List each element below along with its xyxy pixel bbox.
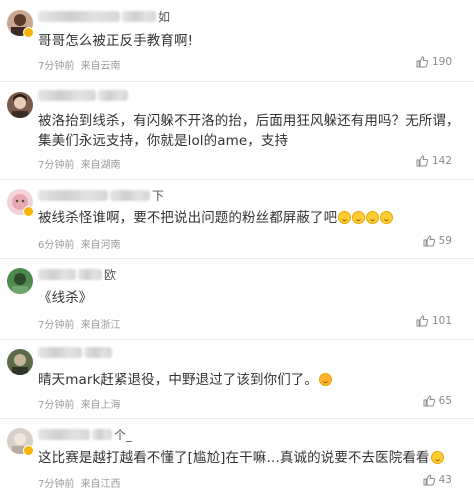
divider — [0, 179, 474, 180]
like-count: 65 — [438, 395, 452, 407]
divider — [0, 81, 474, 82]
comment-item: 晴天mark赶紧退役，中野退过了该到你们了。 7分钟前 来自上海 65 — [0, 347, 474, 411]
comment-text: 被线杀怪谁啊，要不把说出问题的粉丝都屏蔽了吧 — [38, 208, 463, 228]
comment-time: 7分钟前 — [38, 479, 75, 490]
thumbs-up-icon — [423, 474, 435, 486]
comment-text: 这比赛是越打越看不懂了[尴尬]在干嘛…真诚的说要不去医院看看 — [38, 448, 463, 468]
comment-item: 个_ 这比赛是越打越看不懂了[尴尬]在干嘛…真诚的说要不去医院看看 7分钟前 来… — [0, 428, 474, 492]
like-count: 101 — [431, 315, 452, 327]
comment-location: 来自江西 — [80, 479, 121, 490]
comment-text: 晴天mark赶紧退役，中野退过了该到你们了。 — [38, 370, 463, 390]
comment-meta: 7分钟前 来自湖南 — [38, 156, 124, 171]
like-count: 59 — [438, 235, 452, 247]
divider — [0, 258, 474, 259]
divider — [0, 418, 474, 419]
thumbs-up-icon — [416, 155, 428, 167]
verified-badge-icon — [23, 27, 34, 38]
comment-item: 欧 《线杀》 7分钟前 来自浙江 101 — [0, 266, 474, 331]
comment-location: 来自云南 — [80, 61, 121, 72]
like-button[interactable]: 43 — [423, 474, 452, 486]
avatar[interactable] — [7, 349, 33, 375]
comment-time: 7分钟前 — [38, 61, 75, 72]
username[interactable] — [38, 90, 130, 101]
comment-time: 7分钟前 — [38, 400, 75, 411]
like-count: 190 — [431, 56, 452, 68]
comment-text: 《线杀》 — [38, 290, 93, 306]
username[interactable] — [38, 347, 114, 358]
comment-meta: 7分钟前 来自浙江 — [38, 316, 124, 331]
comment-location: 来自浙江 — [80, 320, 121, 331]
comment-time: 7分钟前 — [38, 320, 75, 331]
thumbs-up-icon — [416, 56, 428, 68]
comment-time: 6分钟前 — [38, 240, 75, 251]
smile-emoji-icon — [352, 211, 366, 224]
smile-emoji-icon — [380, 211, 394, 224]
username[interactable]: 下 — [38, 187, 164, 204]
avatar[interactable] — [7, 92, 33, 118]
comment-location: 来自湖南 — [80, 160, 121, 171]
comment-time: 7分钟前 — [38, 160, 75, 171]
smile-emoji-icon — [319, 373, 332, 386]
verified-badge-icon — [23, 445, 34, 456]
comment-item: 如 哥哥怎么被正反手教育啊! 7分钟前 来自云南 190 — [0, 10, 474, 72]
thumbs-up-icon — [423, 395, 435, 407]
smile-emoji-icon — [366, 211, 380, 224]
comment-meta: 7分钟前 来自云南 — [38, 57, 124, 72]
like-button[interactable]: 190 — [416, 56, 452, 68]
comment-meta: 6分钟前 来自河南 — [38, 236, 124, 251]
like-button[interactable]: 101 — [416, 315, 452, 327]
like-count: 43 — [438, 474, 452, 486]
comment-item: 下 被线杀怪谁啊，要不把说出问题的粉丝都屏蔽了吧 6分钟前 来自河南 59 — [0, 189, 474, 251]
like-button[interactable]: 65 — [423, 395, 452, 407]
like-button[interactable]: 142 — [416, 155, 452, 167]
comment-location: 来自上海 — [80, 400, 121, 411]
comment-meta: 7分钟前 来自江西 — [38, 475, 124, 490]
comment-text: 哥哥怎么被正反手教育啊! — [38, 33, 194, 49]
comment-item: 被洛抬到线杀，有闪躲不开洛的抬，后面用狂风躲还有用吗？无所谓，集美们永远支持，你… — [0, 90, 474, 172]
like-count: 142 — [431, 155, 452, 167]
thumbs-up-icon — [423, 235, 435, 247]
smile-emoji-icon — [430, 451, 444, 464]
thumbs-up-icon — [416, 315, 428, 327]
avatar[interactable] — [7, 268, 33, 294]
smile-emoji-icon — [338, 211, 352, 224]
username[interactable]: 个_ — [38, 426, 132, 443]
like-button[interactable]: 59 — [423, 235, 452, 247]
verified-badge-icon — [23, 206, 34, 217]
comment-location: 来自河南 — [80, 240, 121, 251]
comment-text: 被洛抬到线杀，有闪躲不开洛的抬，后面用狂风躲还有用吗？无所谓，集美们永远支持，你… — [38, 113, 460, 149]
comment-feed: 如 哥哥怎么被正反手教育啊! 7分钟前 来自云南 190 被洛抬到线杀，有闪躲不… — [0, 0, 474, 497]
username[interactable]: 如 — [38, 8, 170, 25]
username[interactable]: 欧 — [38, 266, 116, 283]
comment-meta: 7分钟前 来自上海 — [38, 396, 124, 411]
divider — [0, 339, 474, 340]
